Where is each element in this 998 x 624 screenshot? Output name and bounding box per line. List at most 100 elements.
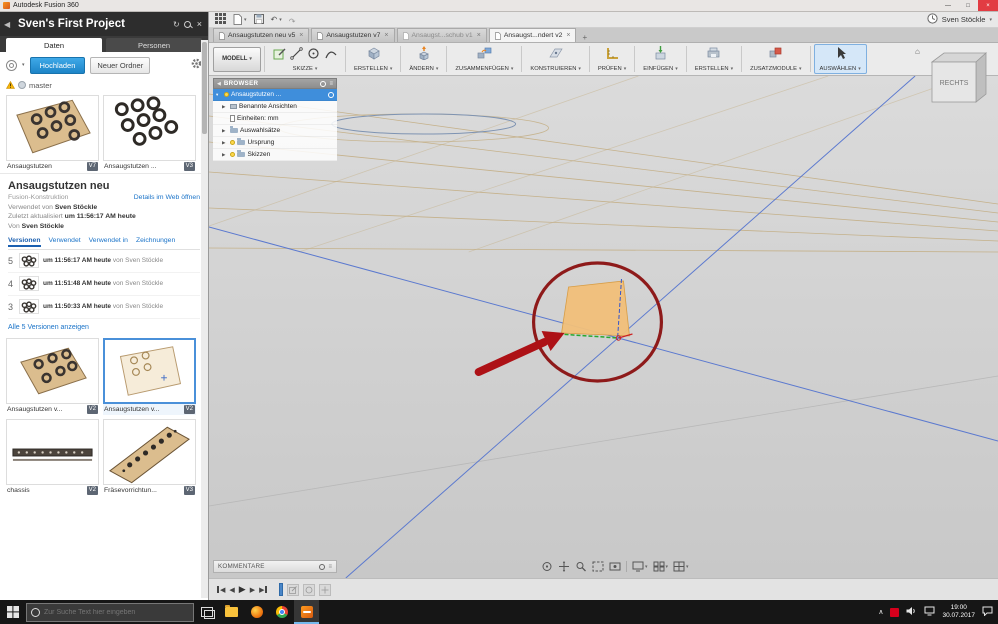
toolbar-group-skizze[interactable]: SKIZZE ▾: [268, 46, 342, 73]
look-at-icon[interactable]: [609, 561, 621, 572]
show-all-versions-link[interactable]: Alle 5 Versionen anzeigen: [8, 324, 200, 331]
tab-verwendet-in[interactable]: Verwendet in: [89, 237, 128, 247]
close-tab-icon[interactable]: ×: [384, 32, 388, 39]
close-tab-icon[interactable]: ×: [566, 32, 570, 39]
browser-item-named-views[interactable]: ▶ Benannte Ansichten: [213, 101, 337, 113]
doc-tab[interactable]: Ansaugstutzen v7 ×: [311, 28, 395, 42]
chevron-down-icon[interactable]: ▾: [22, 62, 25, 68]
active-component-radio[interactable]: [328, 91, 334, 98]
volume-icon[interactable]: [906, 603, 917, 621]
browser-item-origin[interactable]: ▶ Ursprung: [213, 137, 337, 149]
comments-bar[interactable]: KOMMENTARE ≡: [213, 560, 337, 573]
details-web-link[interactable]: Details im Web öffnen: [134, 194, 200, 201]
toolbar-group-erstellen[interactable]: ERSTELLEN ▾: [349, 45, 397, 73]
timeline-feature-sketch[interactable]: [303, 583, 316, 596]
version-row[interactable]: 3 um 11:50:33 AM heute von Sven Stöckle: [8, 296, 200, 319]
close-button[interactable]: ×: [978, 0, 998, 11]
toolbar-group-einfuegen[interactable]: EINFÜGEN ▾: [638, 45, 682, 73]
task-view-button[interactable]: [194, 600, 219, 624]
visibility-bulb-icon[interactable]: [229, 140, 235, 145]
network-icon[interactable]: [924, 603, 935, 621]
file-menu-icon[interactable]: ▾: [233, 14, 247, 25]
fusion360-taskbar-button[interactable]: [294, 600, 319, 624]
view-toggle-icon[interactable]: [6, 59, 17, 71]
scrollbar-thumb[interactable]: [202, 42, 207, 134]
expand-icon[interactable]: ▶: [222, 152, 227, 158]
file-card-selected[interactable]: Ansaugstutzen v... V2: [103, 337, 196, 415]
browser-item-selection-sets[interactable]: ▶ Auswahlsätze: [213, 125, 337, 137]
drag-handle-icon[interactable]: ≡: [329, 81, 333, 87]
firefox-button[interactable]: [244, 600, 269, 624]
job-status-icon[interactable]: [927, 11, 938, 29]
upload-button[interactable]: Hochladen: [29, 56, 86, 74]
sketch-plane[interactable]: [561, 280, 630, 337]
expand-icon[interactable]: ▾: [216, 92, 221, 98]
taskbar-clock[interactable]: 19:00 30.07.2017: [942, 604, 975, 620]
minimize-button[interactable]: —: [938, 0, 958, 11]
doc-tab[interactable]: Ansaugstutzen neu v5 ×: [213, 28, 310, 42]
expand-icon[interactable]: ▶: [222, 140, 227, 146]
circle-tool-icon[interactable]: [307, 47, 320, 65]
browser-header[interactable]: ◀ BROWSER ≡: [213, 78, 337, 89]
version-row[interactable]: 5 um 11:56:17 AM heute von Sven Stöckle: [8, 250, 200, 273]
version-row[interactable]: 4 um 11:51:48 AM heute von Sven Stöckle: [8, 273, 200, 296]
redo-button[interactable]: ↷: [289, 11, 296, 29]
close-tab-icon[interactable]: ×: [477, 32, 481, 39]
file-card[interactable]: Fräsevorrichtun... V3: [103, 418, 196, 496]
search-icon[interactable]: [183, 20, 191, 28]
visibility-bulb-icon[interactable]: [229, 152, 235, 157]
orbit-icon[interactable]: [541, 561, 553, 572]
back-button[interactable]: ◀: [4, 20, 14, 29]
toolbar-group-zusatzmodule[interactable]: ZUSATZMODULE ▾: [745, 45, 806, 73]
taskbar-search[interactable]: [26, 602, 194, 622]
step-back-button[interactable]: ◀: [229, 586, 234, 594]
new-folder-button[interactable]: Neuer Ordner: [90, 56, 151, 74]
line-tool-icon[interactable]: [290, 46, 303, 65]
new-tab-button[interactable]: +: [578, 33, 591, 42]
file-card[interactable]: Ansaugstutzen v... V2: [6, 337, 99, 415]
toolbar-group-pruefen[interactable]: PRÜFEN ▾: [593, 45, 631, 73]
tab-daten[interactable]: Daten: [6, 38, 102, 52]
file-explorer-button[interactable]: [219, 600, 244, 624]
chevron-down-icon[interactable]: ▾: [989, 17, 992, 23]
tab-versionen[interactable]: Versionen: [8, 237, 41, 247]
viewport[interactable]: ◀ BROWSER ≡ ▾ Ansaugstutzen ... ▶ Benann…: [209, 76, 998, 578]
viewports-button[interactable]: ▾: [673, 561, 689, 572]
timeline-position-marker[interactable]: [279, 583, 284, 596]
search-input[interactable]: [44, 608, 174, 616]
data-panel-scrollbar[interactable]: [201, 40, 208, 598]
tray-app-icon[interactable]: [890, 607, 900, 617]
viewcube-face-label[interactable]: RECHTS: [940, 80, 969, 87]
save-icon[interactable]: [253, 11, 264, 29]
home-icon[interactable]: ⌂: [915, 47, 920, 56]
chrome-button[interactable]: [269, 600, 294, 624]
toolbar-group-aendern[interactable]: ÄNDERN ▾: [404, 45, 443, 73]
doc-tab-active[interactable]: Ansaugst...ndert v2 ×: [488, 28, 577, 42]
viewcube[interactable]: ⌂ RECHTS: [915, 46, 994, 112]
spline-tool-icon[interactable]: [324, 47, 337, 65]
expand-icon[interactable]: ▶: [222, 104, 227, 110]
refresh-icon[interactable]: ↻: [173, 20, 180, 29]
browser-item-document[interactable]: ▾ Ansaugstutzen ...: [213, 89, 337, 101]
workspace-selector[interactable]: MODELL ▾: [213, 46, 261, 72]
toolbar-group-zusammenfuegen[interactable]: ZUSAMMENFÜGEN ▾: [450, 45, 518, 73]
action-center-icon[interactable]: [982, 603, 993, 621]
collapse-icon[interactable]: ◀: [217, 81, 221, 87]
breadcrumb-label[interactable]: master: [29, 81, 52, 90]
step-forward-button[interactable]: ▶: [250, 586, 255, 594]
toolbar-group-konstruieren[interactable]: KONSTRUIEREN ▾: [525, 45, 586, 73]
tray-chevron-up-icon[interactable]: ∧: [878, 608, 883, 616]
timeline-feature-move[interactable]: [319, 583, 332, 596]
zoom-icon[interactable]: [575, 561, 587, 572]
create-sketch-icon[interactable]: [273, 47, 286, 65]
doc-tab[interactable]: Ansaugst...schub v1 ×: [396, 28, 487, 42]
go-to-end-button[interactable]: ▶: [259, 586, 268, 594]
close-tab-icon[interactable]: ×: [299, 32, 303, 39]
toolbar-group-auswaehlen[interactable]: AUSWÄHLEN ▾: [813, 44, 867, 74]
tab-zeichnungen[interactable]: Zeichnungen: [136, 237, 175, 247]
file-card[interactable]: chassis V2: [6, 418, 99, 496]
undo-button[interactable]: ↶ ▾: [271, 15, 282, 24]
browser-item-sketches[interactable]: ▶ Skizzen: [213, 149, 337, 161]
visibility-bulb-icon[interactable]: [223, 92, 229, 97]
browser-item-units[interactable]: Einheiten: mm: [213, 113, 337, 125]
